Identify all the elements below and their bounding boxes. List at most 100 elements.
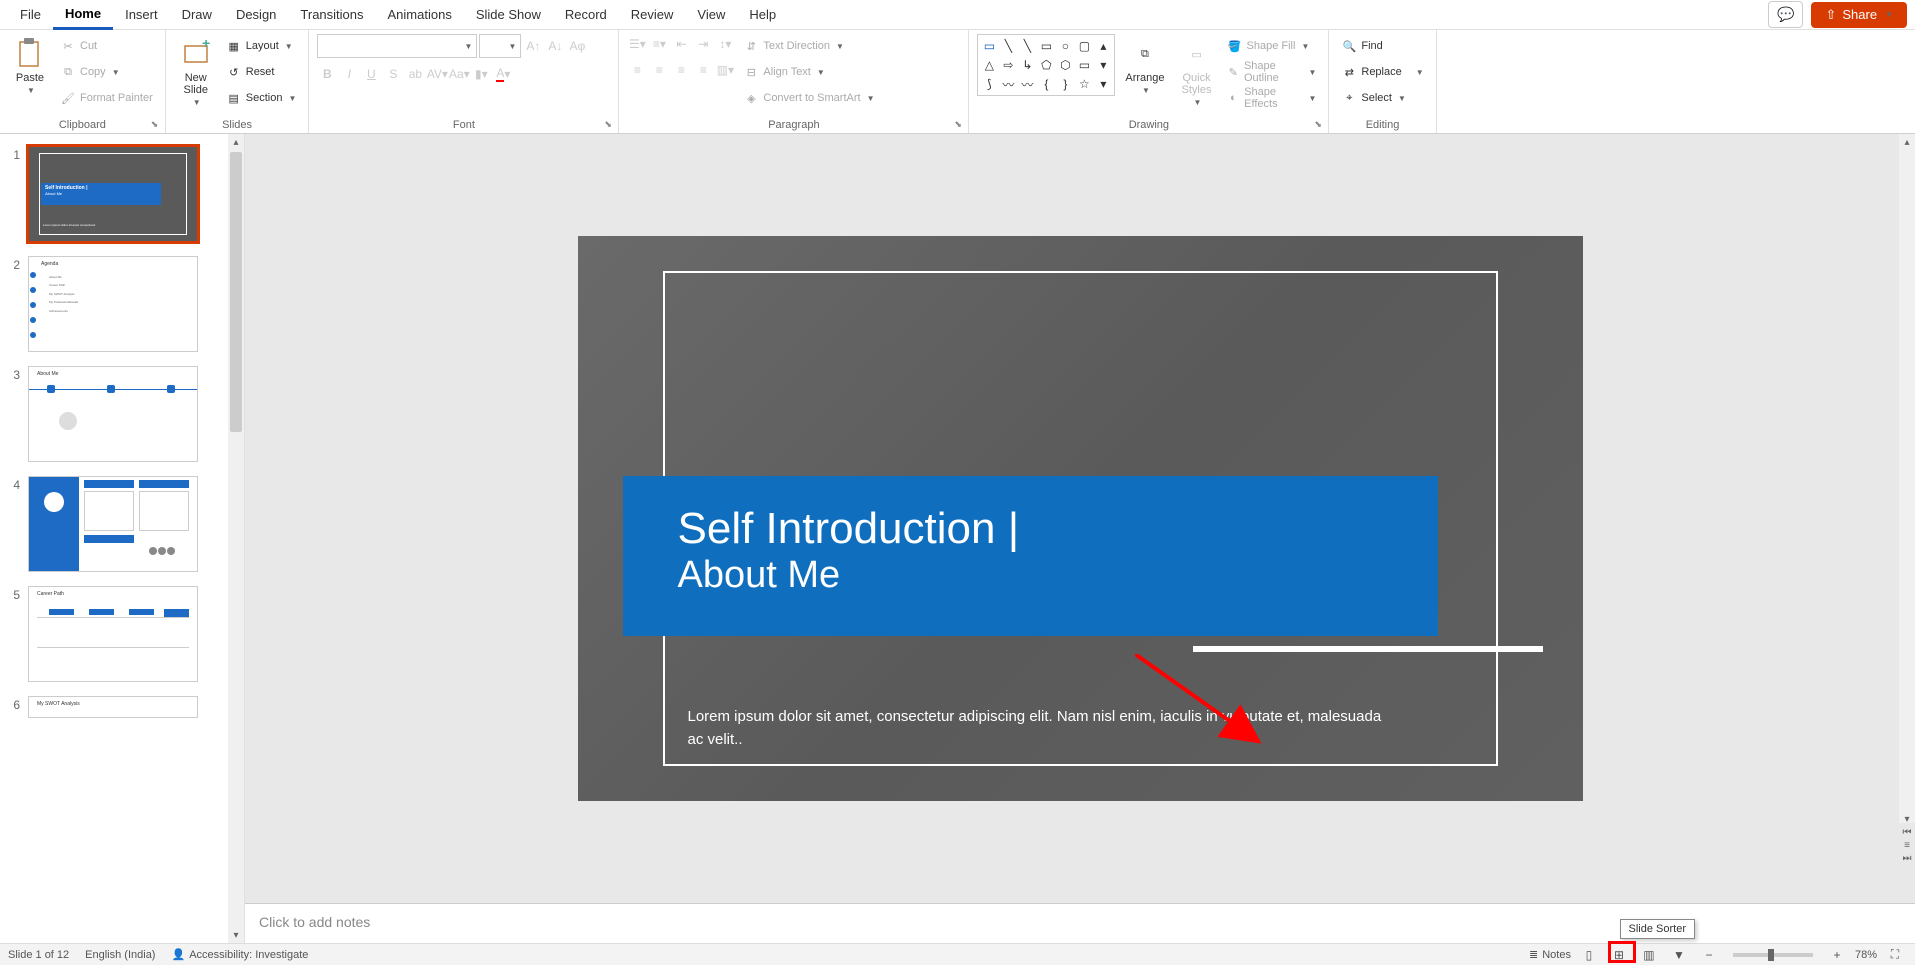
scroll-up-icon[interactable]: ▴ [1899,134,1915,150]
font-color-button[interactable]: A▾ [493,64,513,84]
prev-slide-icon[interactable]: ⏮ [1903,827,1912,838]
increase-font-button[interactable]: A↑ [523,36,543,56]
align-text-button[interactable]: ⊟ Align Text ▼ [739,60,878,84]
scroll-down-icon[interactable]: ▾ [228,927,244,943]
shapes-gallery[interactable]: ▭ ╲ ╲ ▭ ○ ▢ ▴ △ ⇨ ↳ ⬠ ⬡ ▭ ▾ ⟆ 〰 〰 { } ☆ [977,34,1115,96]
shape-line2-icon[interactable]: ╲ [1018,37,1036,55]
shape-textbox-icon[interactable]: ▭ [980,37,998,55]
nav-icon[interactable]: ≡ [1904,840,1910,851]
shape-rbrace-icon[interactable]: } [1056,75,1074,93]
format-painter-button[interactable]: 🖌 Format Painter [56,86,157,110]
cut-button[interactable]: ✂ Cut [56,34,157,58]
copy-button[interactable]: ⧉ Copy ▼ [56,60,157,84]
shape-down-icon[interactable]: ▾ [1094,75,1112,93]
zoom-out-button[interactable]: − [1697,946,1721,964]
font-launcher[interactable]: ⬊ [604,119,616,131]
strike-button[interactable]: S [383,64,403,84]
decrease-font-button[interactable]: A↓ [545,36,565,56]
scroll-thumb[interactable] [230,152,242,432]
clipboard-launcher[interactable]: ⬊ [151,119,163,131]
zoom-slider[interactable] [1733,953,1813,957]
shape-wave-icon[interactable]: 〰 [999,75,1017,93]
smartart-button[interactable]: ◈ Convert to SmartArt ▼ [739,86,878,110]
bullets-button[interactable]: ☰▾ [627,34,647,54]
select-button[interactable]: ⌖ Select ▼ [1337,86,1427,110]
shape-up-icon[interactable]: ▴ [1094,37,1112,55]
slide-sorter-button[interactable]: ⊞ [1607,946,1631,964]
menu-home[interactable]: Home [53,0,113,30]
zoom-level[interactable]: 78% [1855,949,1877,961]
shape-outline-button[interactable]: ✎ Shape Outline ▼ [1223,60,1321,84]
normal-view-button[interactable]: ▯ [1577,946,1601,964]
replace-button[interactable]: ⇄ Replace ▼ [1337,60,1427,84]
paragraph-launcher[interactable]: ⬊ [954,119,966,131]
menu-draw[interactable]: Draw [170,1,224,28]
slide-thumb-6[interactable]: My SWOT Analysis [28,696,198,718]
highlight-button[interactable]: ▮▾ [471,64,491,84]
dec-indent-button[interactable]: ⇤ [671,34,691,54]
shape-arrow-icon[interactable]: ⇨ [999,56,1017,74]
shape-rrect-icon[interactable]: ▢ [1075,37,1093,55]
shape-fill-button[interactable]: 🪣 Shape Fill ▼ [1223,34,1321,58]
reading-view-button[interactable]: ▥ [1637,946,1661,964]
zoom-slider-thumb[interactable] [1768,949,1774,961]
thumb-scrollbar[interactable]: ▴ ▾ [228,134,244,943]
shape-ribbon-icon[interactable]: ▭ [1075,56,1093,74]
canvas-scrollbar[interactable]: ▴ ▾ ⏮ ≡ ⏭ [1899,134,1915,903]
align-left-button[interactable]: ≡ [627,60,647,80]
menu-record[interactable]: Record [553,1,619,28]
slide-canvas[interactable]: Self Introduction | About Me Lorem ipsum… [578,236,1583,801]
zoom-in-button[interactable]: + [1825,946,1849,964]
slide-title-box[interactable]: Self Introduction | About Me [623,476,1438,636]
share-button[interactable]: ⇧ Share ▼ [1811,2,1907,28]
menu-view[interactable]: View [685,1,737,28]
shape-hex-icon[interactable]: ⬡ [1056,56,1074,74]
language-status[interactable]: English (India) [85,949,155,961]
slideshow-view-button[interactable]: ▼ [1667,946,1691,964]
underline-button[interactable]: U [361,64,381,84]
slide-body-text[interactable]: Lorem ipsum dolor sit amet, consectetur … [688,706,1383,751]
shape-effects-button[interactable]: ◐ Shape Effects ▼ [1223,86,1321,110]
font-size-input[interactable]: ▼ [479,34,521,58]
text-direction-button[interactable]: ⇵ Text Direction ▼ [739,34,878,58]
shape-conn-icon[interactable]: ↳ [1018,56,1036,74]
menu-design[interactable]: Design [224,1,288,28]
section-button[interactable]: ▤ Section ▼ [222,86,301,110]
drawing-launcher[interactable]: ⬊ [1314,119,1326,131]
shape-line-icon[interactable]: ╲ [999,37,1017,55]
menu-animations[interactable]: Animations [376,1,464,28]
shadow-button[interactable]: ab [405,64,425,84]
line-spacing-button[interactable]: ↕▾ [715,34,735,54]
next-slide-icon[interactable]: ⏭ [1903,853,1912,864]
new-slide-button[interactable]: + New Slide ▼ [174,34,218,111]
align-right-button[interactable]: ≡ [671,60,691,80]
find-button[interactable]: 🔍 Find [1337,34,1427,58]
menu-insert[interactable]: Insert [113,1,170,28]
slide-thumb-5[interactable]: Career Path [28,586,198,682]
slide-thumb-1[interactable]: Self Introduction | About Me Lorem ipsum… [28,146,198,242]
shape-wave2-icon[interactable]: 〰 [1018,75,1036,93]
shape-tri-icon[interactable]: △ [980,56,998,74]
arrange-button[interactable]: ⧉ Arrange ▼ [1119,34,1170,99]
menu-slideshow[interactable]: Slide Show [464,1,553,28]
reset-button[interactable]: ↺ Reset [222,60,301,84]
bold-button[interactable]: B [317,64,337,84]
shape-oval-icon[interactable]: ○ [1056,37,1074,55]
menu-help[interactable]: Help [737,1,788,28]
clear-format-button[interactable]: Aφ [567,36,587,56]
numbering-button[interactable]: ≡▾ [649,34,669,54]
align-center-button[interactable]: ≡ [649,60,669,80]
comments-button[interactable]: 💬 [1768,1,1803,28]
slide-counter[interactable]: Slide 1 of 12 [8,949,69,961]
scroll-down-icon[interactable]: ▾ [1899,811,1915,827]
inc-indent-button[interactable]: ⇥ [693,34,713,54]
menu-review[interactable]: Review [619,1,686,28]
italic-button[interactable]: I [339,64,359,84]
layout-button[interactable]: ▦ Layout ▼ [222,34,301,58]
columns-button[interactable]: ▥▾ [715,60,735,80]
menu-transitions[interactable]: Transitions [288,1,375,28]
shape-rect-icon[interactable]: ▭ [1037,37,1055,55]
accessibility-status[interactable]: 👤 Accessibility: Investigate [171,948,308,961]
justify-button[interactable]: ≡ [693,60,713,80]
shape-star-icon[interactable]: ☆ [1075,75,1093,93]
